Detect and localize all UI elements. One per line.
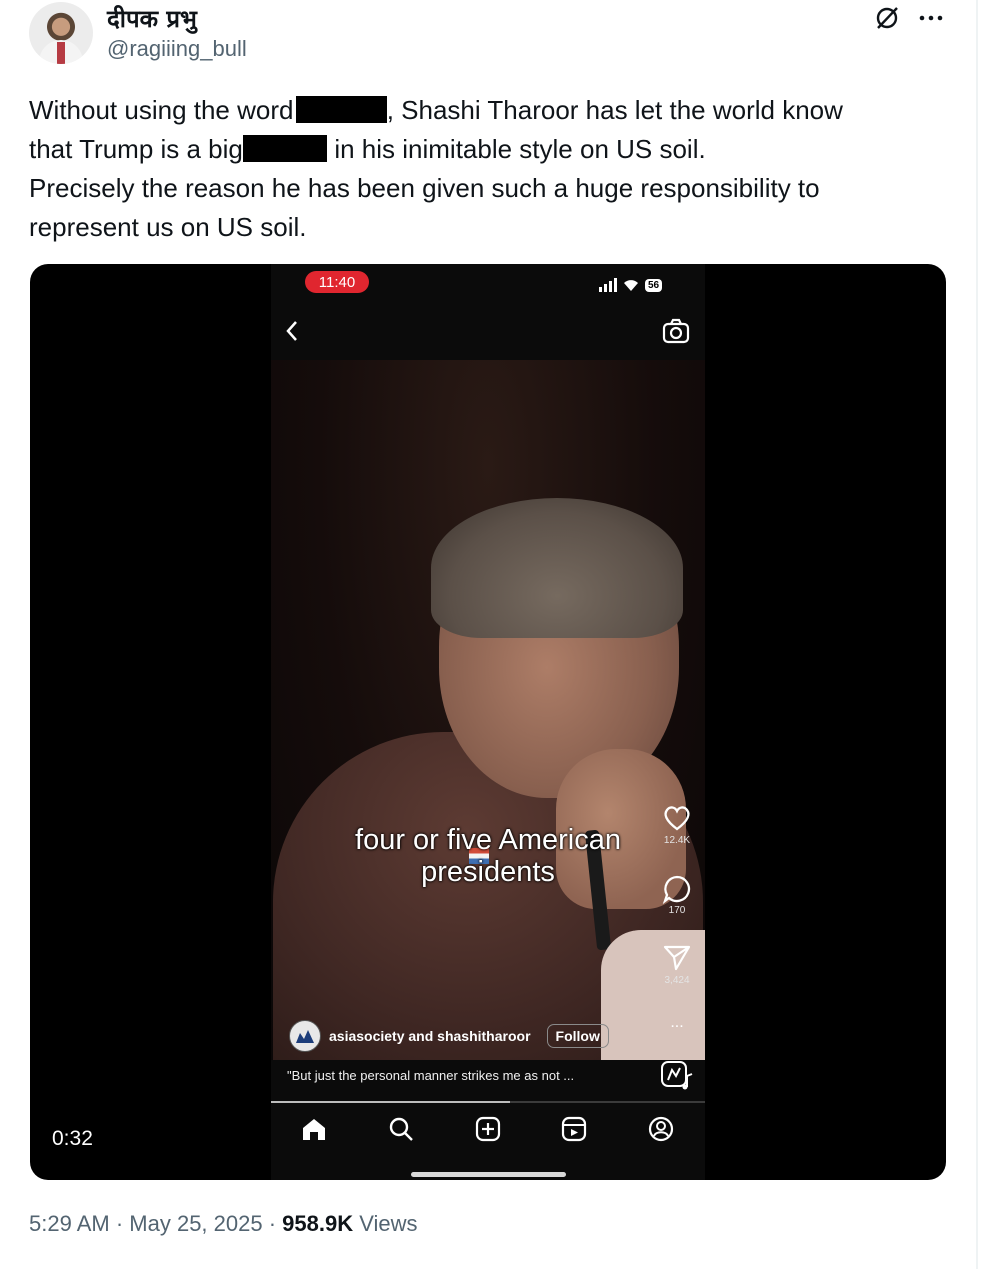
battery-icon: 56 [645,278,663,292]
post-author-name[interactable]: asiasociety and shashitharoor [329,1028,531,1044]
home-indicator [411,1172,566,1177]
tweet-line-2-end: in his inimitable style on US soil. [327,134,706,164]
comment-action[interactable]: 170 [653,874,701,916]
search-icon[interactable] [387,1116,417,1144]
post-caption[interactable]: "But just the personal manner strikes me… [287,1068,637,1083]
tweet-line-2-start: that Trump is a big [29,134,251,164]
follow-button[interactable]: Follow [546,1024,609,1048]
more-options[interactable]: ... [653,1014,701,1032]
avatar-tie [57,42,65,64]
speaker-hair [431,498,683,638]
video-duration: 0:32 [52,1127,93,1150]
share-count: 3,424 [664,975,690,986]
share-action[interactable]: 3,424 [653,944,701,986]
handle[interactable]: @ragiiing_bull [107,36,247,62]
tweet-meta: 5:29 AM · May 25, 2025 · 958.9K Views [29,1211,418,1237]
meta-separator: · [109,1211,130,1236]
comment-count: 170 [668,905,686,916]
audio-icon[interactable] [660,1060,694,1090]
video-progress[interactable] [271,1101,705,1103]
tweet-line-1-end: , Shashi Tharoor has let the world know [386,95,843,125]
views-count: 958.9K [282,1211,354,1236]
tweet-line-1: Without using the word , Shashi Tharoor … [29,91,944,130]
tweet-line-2: that Trump is a big in his inimitable st… [29,130,944,169]
profile-icon[interactable] [647,1116,677,1144]
bottom-nav [271,1112,705,1148]
tweet-date[interactable]: May 25, 2025 [129,1211,262,1236]
tweet-time[interactable]: 5:29 AM [29,1211,110,1236]
tweet-line-4: represent us on US soil. [29,212,307,242]
video-frame [271,360,705,1060]
home-icon[interactable] [300,1116,330,1144]
post-author-avatar[interactable] [289,1020,321,1052]
tweet-text: Without using the word , Shashi Tharoor … [29,91,944,247]
reels-icon[interactable] [560,1116,590,1144]
display-name[interactable]: दीपक प्रभु [107,2,197,35]
status-icons: 56 [599,276,679,294]
video-caption-line-1: four or five American [355,824,621,856]
share-icon[interactable] [662,944,692,974]
video-caption-line-2: presidents [421,856,555,888]
views-label: Views [353,1211,418,1236]
meta-separator: · [262,1211,283,1236]
create-icon[interactable] [474,1116,504,1144]
more-icon[interactable] [916,4,946,32]
redaction-box [243,135,328,162]
like-count: 12.4K [663,835,691,846]
comment-icon[interactable] [662,874,692,905]
wifi-icon [624,279,638,291]
status-time: 11:40 [305,271,369,293]
tweet-line-3: Precisely the reason he has been given s… [29,173,820,203]
redaction-box [295,96,387,123]
post-author-row: asiasociety and shashitharoor Follow [289,1020,649,1052]
like-action[interactable]: 12.4K [653,804,701,846]
video-caption: four or five American presidents [271,824,705,888]
signal-icon [599,278,617,292]
column-border [976,0,978,1269]
camera-icon[interactable] [662,318,690,346]
heart-icon[interactable] [662,804,692,834]
avatar[interactable] [29,2,93,64]
tweet-line-1-start: Without using the word [29,95,301,125]
video-progress-fill [271,1101,510,1103]
phone-screenshot: 11:40 56 four or five American president… [271,264,705,1180]
back-icon[interactable] [285,319,305,347]
grok-icon[interactable] [872,4,902,32]
video-player[interactable]: 11:40 56 four or five American president… [30,264,946,1180]
